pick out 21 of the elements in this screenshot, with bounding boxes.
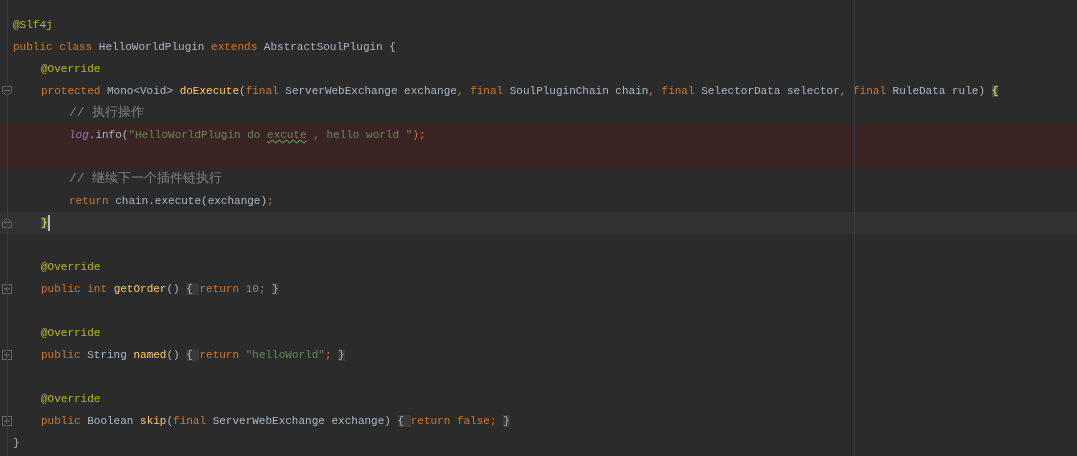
code-line: @Override [41,326,101,341]
fold-marker-icon[interactable] [1,218,12,228]
code-line: } [41,212,50,234]
code-line: return chain.execute(exchange); [69,194,274,209]
code-line: public String named() { return "helloWorld"; } [41,348,345,363]
code-line: @Override [41,62,101,77]
code-line: @Override [41,392,101,407]
fold-marker-icon[interactable] [1,86,12,96]
code-line: log.info("HelloWorldPlugin do excute , hello world "); [69,128,426,143]
code-line: @Slf4j [13,18,53,33]
code-line: // 执行操作 [69,104,145,122]
code-line: } [13,436,20,451]
expand-icon[interactable] [1,416,12,426]
code-line: public int getOrder() { return 10; } [41,282,279,297]
expand-icon[interactable] [1,284,12,294]
code-line: public Boolean skip(final ServerWebExchange exchange) { return false; } [41,414,510,429]
code-line: @Override [41,260,101,275]
expand-icon[interactable] [1,350,12,360]
text-cursor [47,215,50,232]
code-line: public class HelloWorldPlugin extends AbstractSoulPlugin { [13,40,396,55]
code-line: protected Mono<Void> doExecute(final ServerWebExchange exchange, final SoulPluginChain chain, final SelectorData selector, final RuleData rule) { [41,84,999,99]
